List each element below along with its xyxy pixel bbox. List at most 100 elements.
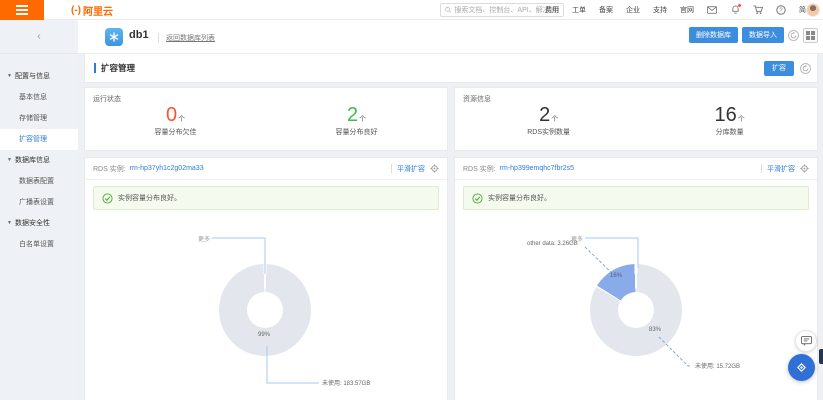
nav-billing[interactable]: 费用 <box>545 5 559 15</box>
delete-database-button[interactable]: 删除数据库 <box>689 27 738 43</box>
search-placeholder: 搜索文档、控制台、API、解决方案和资源 <box>454 5 559 15</box>
sidebar-item-basic-info[interactable]: 基本信息 <box>0 87 78 108</box>
stat-label: 容量分布欠佳 <box>155 127 197 137</box>
page-title: 扩容管理 <box>101 62 135 74</box>
instances-row: RDS 实例: rm-hp37yh1c2g02ma33 平滑扩容 实例容量分布良… <box>84 157 818 400</box>
sidebar-collapse-button[interactable]: ‹ <box>0 20 78 54</box>
expand-capacity-button[interactable]: 扩容 <box>764 61 794 76</box>
stat-value: 2 <box>347 104 358 126</box>
stat-value: 16 <box>715 104 737 126</box>
search-icon <box>445 6 451 14</box>
status-text: 实例容量分布良好。 <box>488 193 551 203</box>
alibaba-cloud-logo[interactable]: (-) 阿里云 <box>71 0 113 20</box>
rds-instance-card-2: RDS 实例: rm-hp399emqhc7fbr2s5 平滑扩容 实例容量分布… <box>454 157 818 400</box>
chart-label-unused-percent: 83% <box>649 327 661 333</box>
chevron-down-icon: ▼ <box>7 220 12 226</box>
refresh-icon[interactable] <box>788 30 799 41</box>
nav-website[interactable]: 官网 <box>680 5 694 15</box>
page-db-name: db1 <box>129 29 149 41</box>
sidebar-group-database-info[interactable]: ▼数据库信息 <box>0 150 78 171</box>
breadcrumb: db1 返回数据库列表 删除数据库 数据导入 <box>78 20 823 54</box>
sidebar-item-table-config[interactable]: 数据表配置 <box>0 171 78 192</box>
gear-icon[interactable] <box>430 164 439 173</box>
chat-bubble-icon <box>801 336 812 346</box>
sidebar-item-capacity-management[interactable]: 扩容管理 <box>0 129 78 150</box>
notification-bell-icon[interactable] <box>730 5 740 15</box>
chart-label-unused[interactable]: 未使用: 15.72GB <box>695 361 740 370</box>
sidebar: ‹ ▼配置与信息 基本信息 存储管理 扩容管理 ▼数据库信息 数据表配置 广播表… <box>0 20 78 400</box>
gear-icon[interactable] <box>800 164 809 173</box>
stat-capacity-good: 2个 容量分布良好 <box>336 104 378 137</box>
donut-pie[interactable] <box>219 264 311 356</box>
sidebar-item-storage-management[interactable]: 存储管理 <box>0 108 78 129</box>
smooth-expand-link[interactable]: 平滑扩容 <box>397 164 425 174</box>
check-circle-icon <box>102 193 113 204</box>
edge-drawer-handle[interactable] <box>819 349 823 364</box>
status-banner: 实例容量分布良好。 <box>93 186 439 210</box>
resource-info-title: 资源信息 <box>463 94 491 104</box>
rds-instance-card-1: RDS 实例: rm-hp37yh1c2g02ma33 平滑扩容 实例容量分布良… <box>84 157 448 400</box>
stat-shard-count: 16个 分库数量 <box>715 104 745 137</box>
sidebar-menu: ▼配置与信息 基本信息 存储管理 扩容管理 ▼数据库信息 数据表配置 广播表设置… <box>0 54 78 255</box>
stat-label: 分库数量 <box>715 127 745 137</box>
nav-icp[interactable]: 备案 <box>599 5 613 15</box>
stat-value: 0 <box>166 104 177 126</box>
chart-label-other-data[interactable]: other data: 3.26GB <box>527 241 578 247</box>
hamburger-menu-icon[interactable] <box>0 0 44 20</box>
user-avatar[interactable] <box>806 3 820 17</box>
instance-id-link[interactable]: rm-hp399emqhc7fbr2s5 <box>500 165 574 172</box>
running-status-title: 运行状态 <box>93 94 121 104</box>
stat-label: RDS实例数量 <box>527 127 570 137</box>
nav-tickets[interactable]: 工单 <box>572 5 586 15</box>
check-circle-icon <box>472 193 483 204</box>
notification-dot <box>738 4 741 7</box>
sidebar-item-broadcast-table[interactable]: 广播表设置 <box>0 192 78 213</box>
header-actions: 删除数据库 数据导入 <box>689 27 818 43</box>
status-text: 实例容量分布良好。 <box>118 193 181 203</box>
stats-row: 运行状态 0个 容量分布欠佳 2个 容量分布良好 资源信息 2个 RDS实例数量 <box>84 87 818 151</box>
cart-icon[interactable] <box>753 5 763 15</box>
grid-view-icon[interactable] <box>803 28 818 43</box>
stat-capacity-bad: 0个 容量分布欠佳 <box>155 104 197 137</box>
chevron-down-icon: ▼ <box>7 73 12 79</box>
nav-enterprise[interactable]: 企业 <box>626 5 640 15</box>
divider <box>391 164 392 173</box>
feedback-chat-button[interactable] <box>795 330 817 352</box>
compass-diamond-icon <box>795 361 808 374</box>
topbar: (-) 阿里云 搜索文档、控制台、API、解决方案和资源 费用 工单 备案 企业… <box>0 0 823 20</box>
data-import-button[interactable]: 数据导入 <box>742 27 784 43</box>
page-title-bar: 扩容管理 扩容 <box>84 54 818 83</box>
instance-label: RDS 实例: <box>463 164 496 174</box>
refresh-icon[interactable] <box>800 63 811 74</box>
resource-info-card: 资源信息 2个 RDS实例数量 16个 分库数量 <box>454 87 818 151</box>
database-icon <box>105 28 123 46</box>
chart-label-unused-percent: 99% <box>258 332 270 338</box>
instance-label: RDS 实例: <box>93 164 126 174</box>
sidebar-item-whitelist[interactable]: 白名单设置 <box>0 234 78 255</box>
chart-label-unused[interactable]: 未使用: 183.57GB <box>322 378 370 387</box>
assistant-icon[interactable] <box>788 354 815 381</box>
smooth-expand-link[interactable]: 平滑扩容 <box>767 164 795 174</box>
stat-rds-count: 2个 RDS实例数量 <box>527 104 570 137</box>
running-status-card: 运行状态 0个 容量分布欠佳 2个 容量分布良好 <box>84 87 448 151</box>
instance-card-header: RDS 实例: rm-hp37yh1c2g02ma33 平滑扩容 <box>85 158 447 180</box>
instance-id-link[interactable]: rm-hp37yh1c2g02ma33 <box>130 165 204 172</box>
chart-label-more[interactable]: 更多 <box>198 234 210 243</box>
donut-pie[interactable] <box>590 264 682 356</box>
instance-card-header: RDS 实例: rm-hp399emqhc7fbr2s5 平滑扩容 <box>455 158 817 180</box>
help-icon[interactable]: ? <box>776 5 786 15</box>
top-navigation: 费用 工单 备案 企业 支持 官网 ? 简体 <box>545 0 813 20</box>
divider <box>761 164 762 173</box>
sidebar-group-data-security[interactable]: ▼数据安全性 <box>0 213 78 234</box>
main-content: 扩容管理 扩容 运行状态 0个 容量分布欠佳 2个 容量分布良好 资 <box>78 54 823 400</box>
stat-label: 容量分布良好 <box>336 127 378 137</box>
status-banner: 实例容量分布良好。 <box>463 186 809 210</box>
back-to-database-list-link[interactable]: 返回数据库列表 <box>158 33 215 43</box>
logo-bracket-icon: (-) <box>71 5 81 16</box>
capacity-donut-chart-2: 更多 other data: 3.26GB 16% 83% 未使用: 15.72… <box>455 216 817 400</box>
nav-support[interactable]: 支持 <box>653 5 667 15</box>
mail-icon[interactable] <box>707 5 717 15</box>
chevron-down-icon: ▼ <box>7 157 12 163</box>
sidebar-group-config-info[interactable]: ▼配置与信息 <box>0 66 78 87</box>
logo-text: 阿里云 <box>83 3 113 18</box>
